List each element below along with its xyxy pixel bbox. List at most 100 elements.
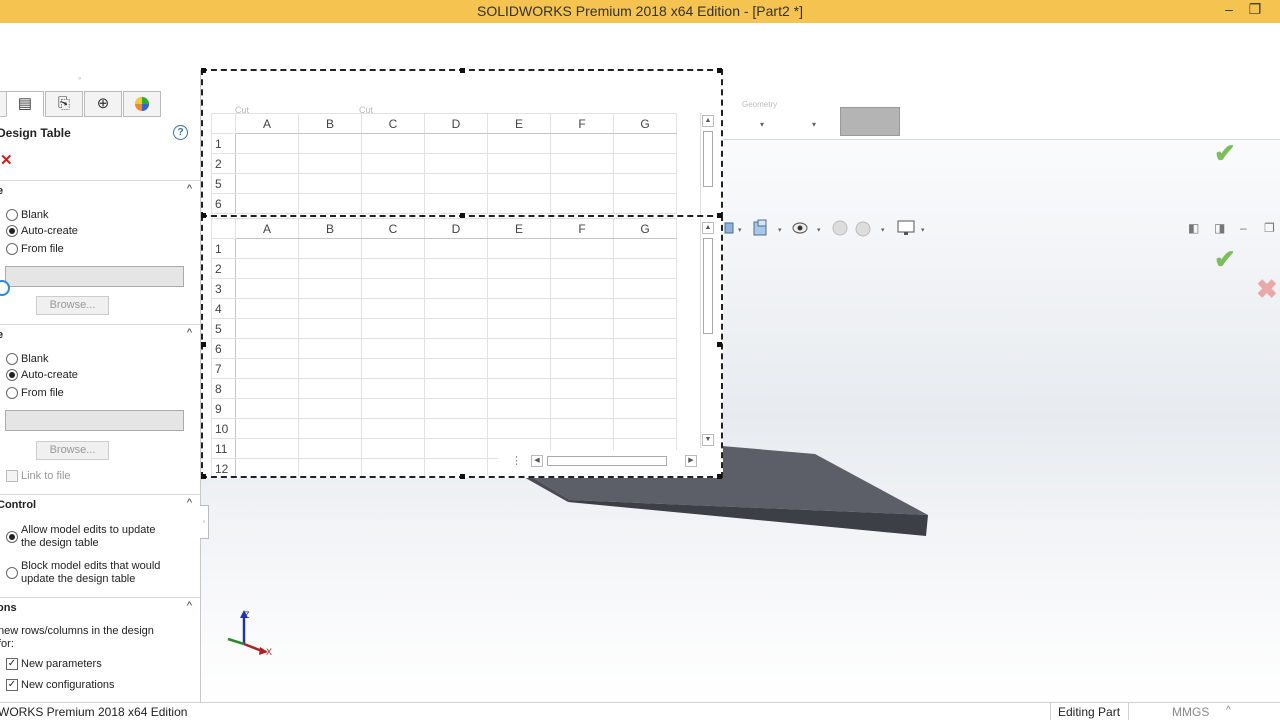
confirm-cancel-icon[interactable]: ✖: [1256, 274, 1278, 305]
scroll-right-icon[interactable]: ▶: [685, 455, 697, 467]
new-parameters-checkbox[interactable]: ✓: [6, 658, 18, 670]
column-header[interactable]: E: [487, 218, 551, 239]
cancel-icon[interactable]: ✕: [0, 151, 13, 169]
restore-button[interactable]: ❐: [1244, 1, 1266, 18]
horizontal-scroll-thumb[interactable]: [547, 456, 667, 466]
options-header[interactable]: ons ^: [0, 597, 200, 615]
resize-handle[interactable]: [717, 213, 722, 218]
collapse-icon[interactable]: ^: [187, 600, 192, 612]
column-header[interactable]: B: [298, 113, 362, 134]
scroll-thumb[interactable]: [703, 131, 713, 187]
radio-from-file[interactable]: [6, 387, 18, 399]
resize-handle[interactable]: [201, 342, 206, 347]
property-manager-icon[interactable]: ▤: [6, 91, 44, 117]
column-header[interactable]: A: [235, 218, 299, 239]
row-header[interactable]: 6: [211, 193, 236, 214]
panel-splitter[interactable]: ◦: [78, 73, 81, 83]
configuration-manager-icon[interactable]: ⎘: [45, 91, 83, 117]
row-header[interactable]: 2: [211, 153, 236, 174]
dimxpert-icon[interactable]: ⊕: [84, 91, 122, 117]
source-section-2-header[interactable]: e ^: [0, 324, 200, 342]
scroll-up-icon[interactable]: ▲: [702, 222, 714, 234]
row-header[interactable]: 2: [211, 258, 236, 279]
vertical-scrollbar[interactable]: ▲: [700, 113, 715, 216]
display-manager-icon[interactable]: [123, 91, 161, 117]
row-header[interactable]: 5: [211, 318, 236, 339]
resize-handle[interactable]: [717, 474, 722, 479]
row-header[interactable]: 7: [211, 358, 236, 379]
collapse-left-icon[interactable]: ◧: [1188, 221, 1199, 235]
resize-handle[interactable]: [460, 68, 465, 73]
vertical-scrollbar[interactable]: ▲ ▼: [700, 218, 715, 448]
row-header[interactable]: 4: [211, 298, 236, 319]
minimize-doc-icon[interactable]: –: [1240, 221, 1247, 235]
view-orientation-icon[interactable]: ▾: [724, 222, 742, 234]
scroll-down-icon[interactable]: ▼: [702, 434, 714, 446]
column-header[interactable]: C: [361, 113, 425, 134]
display-style-icon[interactable]: ▾: [753, 219, 782, 236]
radio-blank[interactable]: [6, 353, 18, 365]
restore-doc-icon[interactable]: ❐: [1264, 221, 1275, 235]
column-header[interactable]: D: [424, 113, 488, 134]
chevron-down-icon[interactable]: ▾: [812, 120, 816, 129]
browse-button[interactable]: Browse...: [36, 296, 109, 315]
design-table-sheet[interactable]: A B C D E F G 1 2 3 4 5 6 7 8 9 10 11 12…: [201, 215, 723, 478]
new-configurations-checkbox[interactable]: ✓: [6, 679, 18, 691]
source-section-header[interactable]: e ^: [0, 180, 200, 198]
radio-allow-edits[interactable]: [6, 531, 18, 543]
apply-scene-icon[interactable]: ▾: [855, 221, 885, 237]
row-header[interactable]: 6: [211, 338, 236, 359]
column-header[interactable]: G: [613, 218, 677, 239]
confirm-ok-icon[interactable]: ✔: [1214, 244, 1236, 275]
minimize-button[interactable]: –: [1218, 1, 1240, 17]
row-header[interactable]: 3: [211, 278, 236, 299]
chevron-down-icon[interactable]: ▾: [760, 120, 764, 129]
row-header[interactable]: 5: [211, 173, 236, 194]
row-header[interactable]: 8: [211, 378, 236, 399]
column-header[interactable]: A: [235, 113, 299, 134]
resize-handle[interactable]: [460, 474, 465, 479]
row-header[interactable]: 12: [211, 458, 236, 476]
scroll-thumb[interactable]: [703, 238, 713, 334]
scroll-up-icon[interactable]: ▲: [702, 115, 714, 127]
resize-handle[interactable]: [201, 213, 206, 218]
spreadsheet-grid[interactable]: A B C D E F G 1 2 5 6: [211, 113, 677, 214]
radio-blank[interactable]: [6, 209, 18, 221]
select-all-corner[interactable]: [211, 218, 236, 239]
design-table-sheet-top[interactable]: Cut Cut A B C D E F G 1 2 5 6 ▲: [201, 69, 723, 218]
radio-from-file[interactable]: [6, 243, 18, 255]
view-settings-icon[interactable]: ▾: [897, 220, 925, 235]
radio-block-edits[interactable]: [6, 567, 18, 579]
spreadsheet-grid[interactable]: A B C D E F G 1 2 3 4 5 6 7 8 9 10 11 12: [211, 218, 677, 476]
column-header[interactable]: E: [487, 113, 551, 134]
unit-dropdown-icon[interactable]: ^: [1226, 705, 1231, 716]
column-header[interactable]: F: [550, 113, 614, 134]
row-header[interactable]: 10: [211, 418, 236, 439]
row-header[interactable]: 9: [211, 398, 236, 419]
file-path-input[interactable]: [5, 410, 184, 431]
file-path-input[interactable]: [5, 266, 184, 287]
resize-handle[interactable]: [201, 68, 206, 73]
hide-show-icon[interactable]: ▾: [792, 222, 821, 234]
resize-handle[interactable]: [201, 474, 206, 479]
panel-flyout-handle[interactable]: ◦: [200, 505, 209, 539]
unit-system-selector[interactable]: MMGS: [1172, 705, 1209, 719]
command-button[interactable]: [840, 107, 900, 136]
split-handle-icon[interactable]: ⋮: [511, 454, 522, 467]
collapse-icon[interactable]: ^: [187, 327, 192, 339]
row-header[interactable]: 11: [211, 438, 236, 459]
help-icon[interactable]: ?: [173, 125, 188, 140]
confirm-ok-icon[interactable]: ✔: [1214, 138, 1236, 169]
resize-handle[interactable]: [717, 342, 722, 347]
radio-auto-create[interactable]: [6, 369, 18, 381]
collapse-right-icon[interactable]: ◨: [1214, 221, 1225, 235]
collapse-icon[interactable]: ^: [187, 183, 192, 195]
scroll-left-icon[interactable]: ◀: [531, 455, 543, 467]
column-header[interactable]: F: [550, 218, 614, 239]
edit-control-header[interactable]: Control ^: [0, 494, 200, 512]
resize-handle[interactable]: [460, 213, 465, 218]
select-all-corner[interactable]: [211, 113, 236, 134]
resize-handle[interactable]: [717, 68, 722, 73]
row-header[interactable]: 1: [211, 238, 236, 259]
browse-button[interactable]: Browse...: [36, 441, 109, 460]
